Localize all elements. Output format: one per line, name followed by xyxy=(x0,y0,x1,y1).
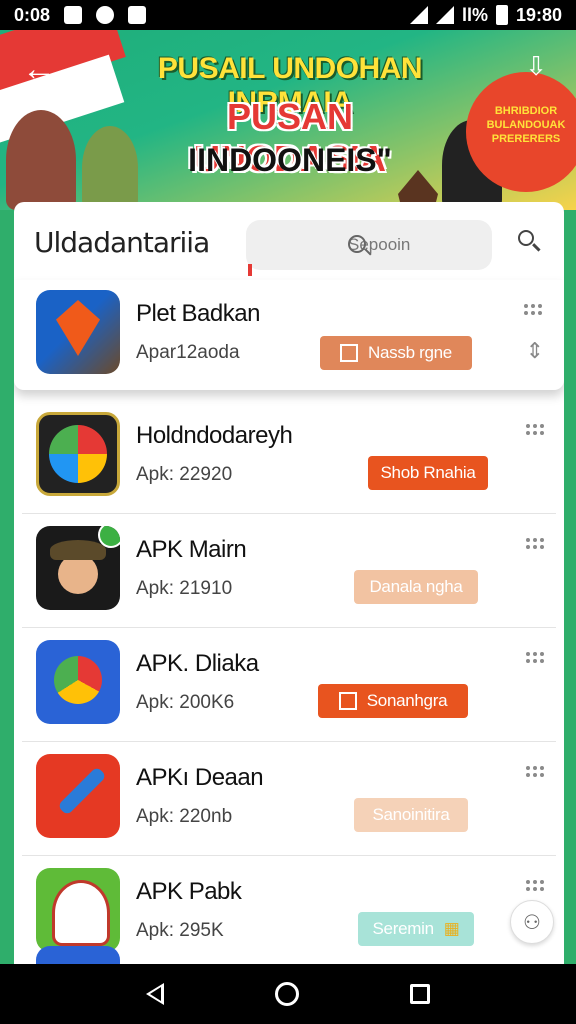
scroll-indicator xyxy=(248,264,252,276)
app-meta: Apk: 22920 xyxy=(136,464,233,485)
pencil-app-icon xyxy=(36,754,120,838)
app-name: Plet Badkan xyxy=(136,300,260,327)
app-list-panel: Uldadantariia Sepooin Plet Badkan Apar12… xyxy=(14,202,564,972)
nav-back-icon[interactable] xyxy=(145,983,164,1005)
notification-icon xyxy=(64,6,83,24)
color-wheel-app-icon xyxy=(36,412,120,496)
promo-badge-text: BHRIBDIOR BULANDOUAK PRERERERS xyxy=(486,105,566,145)
more-options-icon[interactable] xyxy=(526,880,548,896)
app-meta: Apk: 220nb xyxy=(136,806,233,827)
back-arrow-icon[interactable]: ← xyxy=(22,50,56,89)
gift-icon: ▦ xyxy=(443,919,460,938)
list-item[interactable]: Plet Badkan Apar12aoda Nassb rgne ⇕ xyxy=(14,280,564,390)
action-button[interactable]: Seremin ▦ xyxy=(358,912,474,946)
action-button[interactable]: Shob Rnahia xyxy=(368,456,488,490)
square-icon xyxy=(338,692,357,710)
list-item[interactable]: APKı Deaan Apk: 220nb Sanoinitira xyxy=(22,742,556,856)
app-meta: Apk: 21910 xyxy=(136,578,233,599)
action-button[interactable]: Nassb rgne xyxy=(320,336,472,370)
app-name: APK. Dliaka xyxy=(136,650,259,677)
action-button[interactable]: Danala ngha xyxy=(354,570,478,604)
status-time-right: 19:80 xyxy=(515,4,562,25)
status-time-left: 0:08 xyxy=(14,4,51,25)
action-label: Sanoinitira xyxy=(372,805,450,824)
status-bar: 0:08 ll% 19:80 xyxy=(0,0,576,30)
app-name: APK Mairn xyxy=(136,536,247,563)
app-meta: Apar12aoda xyxy=(136,342,240,363)
list-item[interactable]: Holdndodareyh Apk: 22920 Shob Rnahia xyxy=(22,400,556,514)
chrome-app-icon xyxy=(36,640,120,724)
search-icon[interactable] xyxy=(518,230,541,252)
action-label: Nassb rgne xyxy=(368,343,452,362)
nav-home-icon[interactable] xyxy=(274,982,299,1006)
app-name: APKı Deaan xyxy=(136,764,264,791)
signal-icon xyxy=(435,6,454,24)
avatar-app-icon xyxy=(36,868,120,952)
illustration-girl xyxy=(82,126,138,210)
media-icon xyxy=(128,6,147,24)
app-list: Plet Badkan Apar12aoda Nassb rgne ⇕ Hold… xyxy=(14,280,564,970)
panel-header: Uldadantariia Sepooin xyxy=(14,202,564,282)
app-name: Holdndodareyh xyxy=(136,422,293,449)
illustration-woman xyxy=(6,110,76,210)
search-input[interactable]: Sepooin xyxy=(246,220,492,270)
search-field-icon xyxy=(348,235,366,253)
action-button[interactable]: Sonanhgra xyxy=(318,684,468,718)
list-item[interactable]: APK Mairn Apk: 21910 Danala ngha xyxy=(22,514,556,628)
next-app-icon-peek xyxy=(36,946,120,966)
verified-badge-icon xyxy=(98,526,120,548)
more-options-icon[interactable] xyxy=(526,652,548,668)
kite-app-icon xyxy=(36,290,120,374)
nav-recent-icon[interactable] xyxy=(410,984,431,1004)
more-options-icon[interactable] xyxy=(526,424,548,440)
wifi-icon xyxy=(409,6,428,24)
download-icon[interactable]: ⇩ xyxy=(516,46,556,86)
promo-banner: BHRIBDIOR BULANDOUAK PRERERERS ← ⇩ PUSAI… xyxy=(0,30,576,210)
page-title: Uldadantariia xyxy=(34,226,210,259)
battery-icon xyxy=(495,5,508,25)
more-options-icon[interactable] xyxy=(524,304,546,320)
app-meta: Apk: 200K6 xyxy=(136,692,235,713)
floating-action-icon[interactable]: ⚇ xyxy=(510,900,554,944)
promo-badge: BHRIBDIOR BULANDOUAK PRERERERS xyxy=(466,72,576,192)
system-nav-bar xyxy=(0,964,576,1024)
banner-line3: IINDOONEIS" xyxy=(188,142,392,178)
drag-handle-icon[interactable]: ⇕ xyxy=(526,338,544,364)
sync-icon xyxy=(96,6,115,24)
app-name: APK Pabk xyxy=(136,878,242,905)
action-label: Seremin xyxy=(372,919,435,938)
action-button[interactable]: Sanoinitira xyxy=(354,798,468,832)
character-app-icon xyxy=(36,526,120,610)
action-label: Shob Rnahia xyxy=(380,463,476,482)
action-label: Danala ngha xyxy=(369,577,463,596)
more-options-icon[interactable] xyxy=(526,766,548,782)
more-options-icon[interactable] xyxy=(526,538,548,554)
action-label: Sonanhgra xyxy=(366,691,448,710)
battery-percent: ll% xyxy=(461,4,488,25)
list-item[interactable]: APK. Dliaka Apk: 200K6 Sonanhgra xyxy=(22,628,556,742)
app-meta: Apk: 295K xyxy=(136,920,224,941)
square-icon xyxy=(340,344,359,362)
